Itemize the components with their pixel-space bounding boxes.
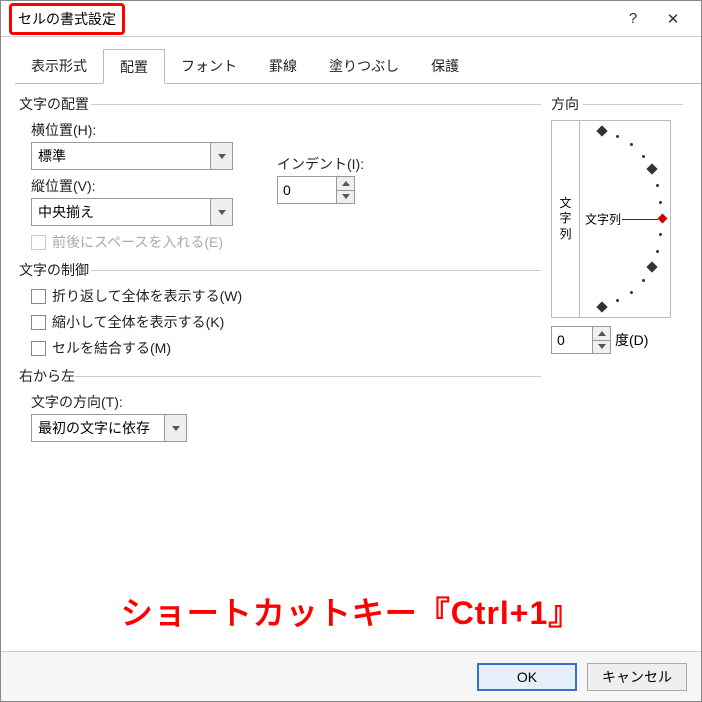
annotation-text: ショートカットキー『Ctrl+1』 — [1, 588, 701, 634]
shrink-to-fit-label: 縮小して全体を表示する(K) — [52, 312, 224, 332]
tab-content: 文字の配置 横位置(H): 標準 縦位置(V): 中央揃え 前後にスペースを入れ… — [1, 84, 701, 654]
orientation-arc-label: 文字列 — [585, 211, 621, 228]
text-direction-label: 文字の方向(T): — [31, 392, 683, 412]
spinner-down-icon[interactable] — [337, 191, 354, 204]
indent-label: インデント(I): — [277, 154, 364, 174]
degree-label: 度(D) — [615, 330, 648, 350]
checkbox-icon — [31, 341, 46, 356]
ok-button[interactable]: OK — [477, 663, 577, 691]
spinner-up-icon[interactable] — [337, 177, 354, 191]
vertical-text-label: 文字列 — [559, 196, 571, 243]
horizontal-select[interactable]: 標準 — [31, 142, 233, 170]
rtl-title: 右から左 — [19, 366, 683, 386]
dialog-title: セルの書式設定 — [9, 3, 125, 35]
tab-fill[interactable]: 塗りつぶし — [313, 49, 415, 84]
degree-value: 0 — [552, 327, 592, 353]
help-button[interactable]: ? — [613, 10, 653, 27]
text-direction-select[interactable]: 最初の文字に依存 — [31, 414, 187, 442]
orientation-box[interactable]: 文字列 文字列 — [551, 120, 671, 318]
merge-cells-label: セルを結合する(M) — [52, 338, 171, 358]
horizontal-select-value: 標準 — [32, 146, 210, 166]
justify-distributed-label: 前後にスペースを入れる(E) — [52, 232, 223, 252]
indent-group: インデント(I): 0 — [277, 148, 364, 204]
chevron-down-icon — [210, 199, 232, 225]
checkbox-icon — [31, 315, 46, 330]
spinner-up-icon[interactable] — [593, 327, 610, 341]
wrap-text-label: 折り返して全体を表示する(W) — [52, 286, 242, 306]
titlebar: セルの書式設定 ? ✕ — [1, 1, 701, 37]
close-button[interactable]: ✕ — [653, 10, 693, 28]
vertical-text-button[interactable]: 文字列 — [552, 121, 580, 317]
orientation-title: 方向 — [551, 94, 683, 114]
checkbox-icon — [31, 289, 46, 304]
vertical-select[interactable]: 中央揃え — [31, 198, 233, 226]
tab-strip: 表示形式 配置 フォント 罫線 塗りつぶし 保護 — [1, 37, 701, 84]
chevron-down-icon — [164, 415, 186, 441]
degree-spinner[interactable]: 0 — [551, 326, 611, 354]
rtl-group: 右から左 文字の方向(T): 最初の文字に依存 — [19, 366, 683, 442]
orientation-arc[interactable]: 文字列 — [580, 121, 670, 317]
cancel-button[interactable]: キャンセル — [587, 663, 687, 691]
chevron-down-icon — [210, 143, 232, 169]
indent-value: 0 — [278, 177, 336, 203]
tab-protection[interactable]: 保護 — [415, 49, 475, 84]
vertical-select-value: 中央揃え — [32, 202, 210, 222]
degree-row: 0 度(D) — [551, 326, 683, 354]
tab-number[interactable]: 表示形式 — [15, 49, 103, 84]
spinner-down-icon[interactable] — [593, 341, 610, 354]
tab-border[interactable]: 罫線 — [253, 49, 313, 84]
checkbox-icon — [31, 235, 46, 250]
format-cells-dialog: セルの書式設定 ? ✕ 表示形式 配置 フォント 罫線 塗りつぶし 保護 文字の… — [0, 0, 702, 702]
tab-alignment[interactable]: 配置 — [103, 49, 165, 84]
tab-font[interactable]: フォント — [165, 49, 253, 84]
indent-spinner[interactable]: 0 — [277, 176, 355, 204]
orientation-group: 方向 文字列 文字列 — [551, 94, 683, 354]
dialog-footer: OK キャンセル — [1, 651, 701, 701]
orientation-line-icon — [622, 219, 658, 220]
text-direction-value: 最初の文字に依存 — [32, 418, 164, 438]
